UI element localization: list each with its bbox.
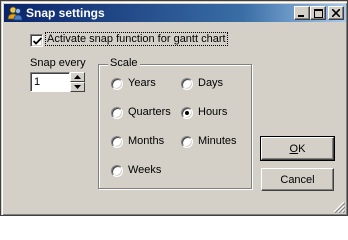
window-title: Snap settings — [26, 6, 105, 20]
radio-dot[interactable] — [181, 136, 193, 148]
close-button[interactable] — [328, 6, 344, 20]
spin-down-button[interactable] — [70, 82, 85, 92]
spin-up-button[interactable] — [70, 72, 85, 82]
snap-every-label: Snap every — [30, 57, 86, 69]
title-bar[interactable]: Snap settings — [4, 4, 346, 22]
maximize-button[interactable] — [310, 6, 326, 20]
radio-label[interactable]: Days — [198, 77, 223, 89]
radio-label[interactable]: Weeks — [128, 164, 161, 176]
checkmark-icon — [33, 37, 42, 45]
ok-button-label: OK — [289, 142, 306, 155]
radio-label[interactable]: Minutes — [198, 135, 237, 147]
snap-settings-dialog: Snap settings Activate snap function for… — [0, 0, 348, 216]
snap-function-checkbox[interactable] — [30, 34, 43, 47]
ok-button[interactable]: OK — [260, 136, 335, 161]
radio-dot[interactable] — [181, 78, 193, 90]
snap-every-spinner[interactable] — [70, 72, 85, 92]
close-icon — [332, 9, 340, 17]
minimize-button[interactable] — [294, 6, 310, 20]
scale-legend: Scale — [108, 57, 140, 69]
radio-label[interactable]: Months — [128, 135, 164, 147]
arrow-up-icon — [74, 75, 81, 79]
radio-label[interactable]: Years — [128, 77, 156, 89]
snap-every-input[interactable] — [30, 72, 70, 92]
radio-dot[interactable] — [111, 78, 123, 90]
resize-grip-icon[interactable] — [333, 201, 345, 213]
radio-label[interactable]: Quarters — [128, 106, 171, 118]
snap-function-label[interactable]: Activate snap function for gantt chart — [45, 32, 228, 46]
radio-label[interactable]: Hours — [198, 106, 227, 118]
minimize-icon — [298, 15, 304, 17]
radio-dot[interactable] — [111, 165, 123, 177]
cancel-button[interactable]: Cancel — [261, 168, 334, 191]
radio-dot[interactable] — [111, 136, 123, 148]
maximize-icon — [313, 8, 323, 18]
app-people-icon — [7, 5, 23, 21]
radio-dot-selected[interactable] — [181, 107, 193, 119]
cancel-button-label: Cancel — [280, 173, 315, 186]
radio-dot[interactable] — [111, 107, 123, 119]
arrow-down-icon — [74, 85, 81, 89]
